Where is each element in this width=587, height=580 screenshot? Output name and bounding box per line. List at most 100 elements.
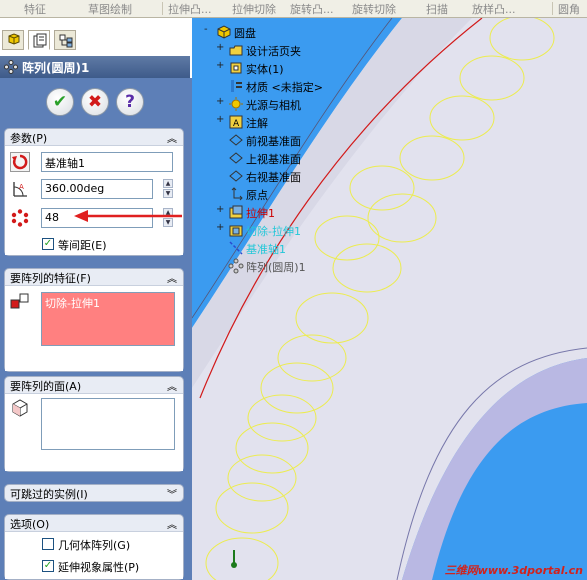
toolbar-fillet[interactable]: 圆角 <box>558 1 580 17</box>
circular-pattern-icon <box>228 258 244 274</box>
skip-instances-group: 可跳过的实例(I) ︾ <box>4 484 184 502</box>
lights-icon <box>229 97 243 111</box>
toolbar-loft[interactable]: 放样凸... <box>472 1 516 17</box>
toolbar-separator <box>552 2 553 15</box>
equal-spacing-label: 等间距(E) <box>58 239 107 252</box>
collapse-chevron-icon[interactable]: ︽ <box>167 130 177 145</box>
feature-pattern-icon <box>10 293 29 309</box>
plane-icon <box>229 134 243 146</box>
toolbar-separator <box>162 2 163 15</box>
tree-root-label: 圆盘 <box>234 27 256 40</box>
feature-title: 阵列(圆周)1 <box>22 61 90 75</box>
tree-node-label: 阵列(圆周)1 <box>246 261 306 274</box>
options-body: 几何体阵列(G) ✓ 延伸视象属性(P) <box>5 531 183 579</box>
graphics-area[interactable]: - 圆盘 + 设计活页夹 + 实体(1) 材质 <未指定> + 光源与相机 + A 注解 前视基准面… <box>192 18 587 580</box>
tree-node-label: 前视基准面 <box>246 135 301 148</box>
feature-tree-icon <box>8 33 20 45</box>
toolbar-sketch[interactable]: 草图绘制 <box>88 1 132 17</box>
manager-tabs <box>0 18 192 56</box>
expand-icon[interactable]: + <box>216 204 224 215</box>
group-header[interactable]: 参数(P) ︽ <box>5 129 183 145</box>
features-to-pattern-group: 要阵列的特征(F) ︽ 切除-拉伸1 <box>4 268 184 372</box>
tree-node-label: 右视基准面 <box>246 171 301 184</box>
propagate-visual-label: 延伸视象属性(P) <box>58 561 140 574</box>
command-manager-toolbar: 特征 草图绘制 拉伸凸... 拉伸切除 旋转凸... 旋转切除 扫描 放样凸..… <box>0 0 587 18</box>
expand-icon[interactable]: + <box>216 42 224 53</box>
angle-input[interactable]: 360.00deg <box>41 179 153 199</box>
feature-manager-tab[interactable] <box>2 30 24 50</box>
features-list[interactable]: 切除-拉伸1 <box>41 292 175 346</box>
configuration-manager-tab[interactable] <box>54 30 76 50</box>
instances-icon <box>11 209 29 227</box>
parameters-header: 参数(P) <box>10 132 48 145</box>
tree-node-label: 上视基准面 <box>246 153 301 166</box>
features-to-pattern-header: 要阵列的特征(F) <box>10 272 91 285</box>
plane-icon <box>229 170 243 182</box>
ok-button[interactable]: ✔ <box>46 88 74 116</box>
annotation-icon: A <box>229 115 243 129</box>
folder-icon <box>229 45 243 56</box>
part-icon <box>217 25 231 39</box>
collapse-chevron-icon[interactable]: ︽ <box>167 378 177 393</box>
faces-list[interactable] <box>41 398 175 450</box>
toolbar-revolved-cut[interactable]: 旋转切除 <box>352 1 396 17</box>
expand-icon[interactable]: + <box>216 222 224 233</box>
expand-icon[interactable]: + <box>216 96 224 107</box>
faces-to-pattern-body <box>5 393 183 471</box>
tree-node-label: 光源与相机 <box>246 99 301 112</box>
toolbar-features[interactable]: 特征 <box>24 1 46 17</box>
solid-body-icon <box>230 62 242 74</box>
configuration-icon <box>59 34 73 48</box>
expand-icon[interactable]: + <box>216 60 224 71</box>
faces-to-pattern-header: 要阵列的面(A) <box>10 380 82 393</box>
svg-text:A: A <box>233 119 240 129</box>
tree-node-label: 基准轴1 <box>246 243 286 256</box>
angle-spinner[interactable]: ▲ ▼ <box>163 179 173 199</box>
tree-node-label: 切除-拉伸1 <box>246 225 301 238</box>
geometry-pattern-label: 几何体阵列(G) <box>58 539 131 552</box>
faces-to-pattern-group: 要阵列的面(A) ︽ <box>4 376 184 472</box>
group-header[interactable]: 要阵列的特征(F) ︽ <box>5 269 183 285</box>
property-sheet-icon <box>33 33 47 48</box>
collapse-icon[interactable]: - <box>204 24 212 35</box>
axis-selection-field[interactable]: 基准轴1 <box>41 152 173 172</box>
watermark-text: 三维网www.3dportal.cn <box>444 564 583 577</box>
help-button[interactable]: ? <box>116 88 144 116</box>
plane-icon <box>229 152 243 164</box>
cut-extrude-icon <box>229 225 243 237</box>
collapse-chevron-icon[interactable]: ︽ <box>167 270 177 285</box>
group-header[interactable]: 选项(O) ︽ <box>5 515 183 531</box>
cancel-button[interactable]: ✖ <box>81 88 109 116</box>
material-icon <box>231 80 242 92</box>
options-group: 选项(O) ︽ 几何体阵列(G) ✓ 延伸视象属性(P) <box>4 514 184 580</box>
toolbar-extruded-cut[interactable]: 拉伸切除 <box>232 1 276 17</box>
svg-text:A: A <box>19 183 24 191</box>
action-buttons-row: ✔ ✖ ? <box>0 78 190 126</box>
axis-icon <box>229 241 243 255</box>
property-manager-tab[interactable] <box>28 30 50 50</box>
toolbar-extruded-boss[interactable]: 拉伸凸... <box>168 1 212 17</box>
options-header: 选项(O) <box>10 518 50 531</box>
group-header[interactable]: 要阵列的面(A) ︽ <box>5 377 183 393</box>
property-manager-panel: 阵列(圆周)1 ✔ ✖ ? 参数(P) ︽ 基准轴1 A 360.00deg ▲… <box>0 18 192 580</box>
collapse-chevron-icon[interactable]: ︽ <box>167 516 177 531</box>
equal-spacing-checkbox[interactable]: ✓ <box>42 238 54 250</box>
circular-pattern-icon <box>4 60 18 74</box>
propagate-visual-checkbox[interactable]: ✓ <box>42 560 54 572</box>
property-manager-title: 阵列(圆周)1 <box>0 56 190 78</box>
geometry-pattern-checkbox[interactable] <box>42 538 54 550</box>
toolbar-revolved-boss[interactable]: 旋转凸... <box>290 1 334 17</box>
tree-node-label: 实体(1) <box>246 63 284 76</box>
tree-node-label: 设计活页夹 <box>246 45 301 58</box>
expand-chevron-icon[interactable]: ︾ <box>167 486 177 501</box>
list-item[interactable]: 切除-拉伸1 <box>45 295 100 311</box>
reverse-direction-icon[interactable] <box>10 152 30 172</box>
origin-icon <box>231 187 243 201</box>
features-to-pattern-body: 切除-拉伸1 <box>5 285 183 371</box>
expand-icon[interactable]: + <box>216 114 224 125</box>
tree-node-label: 原点 <box>246 189 268 202</box>
toolbar-sweep[interactable]: 扫描 <box>426 1 448 17</box>
property-manager-body: ✔ ✖ ? 参数(P) ︽ 基准轴1 A 360.00deg ▲ ▼ 48 ▲ … <box>0 78 192 580</box>
group-header[interactable]: 可跳过的实例(I) ︾ <box>5 485 183 501</box>
angle-icon: A <box>13 182 27 197</box>
